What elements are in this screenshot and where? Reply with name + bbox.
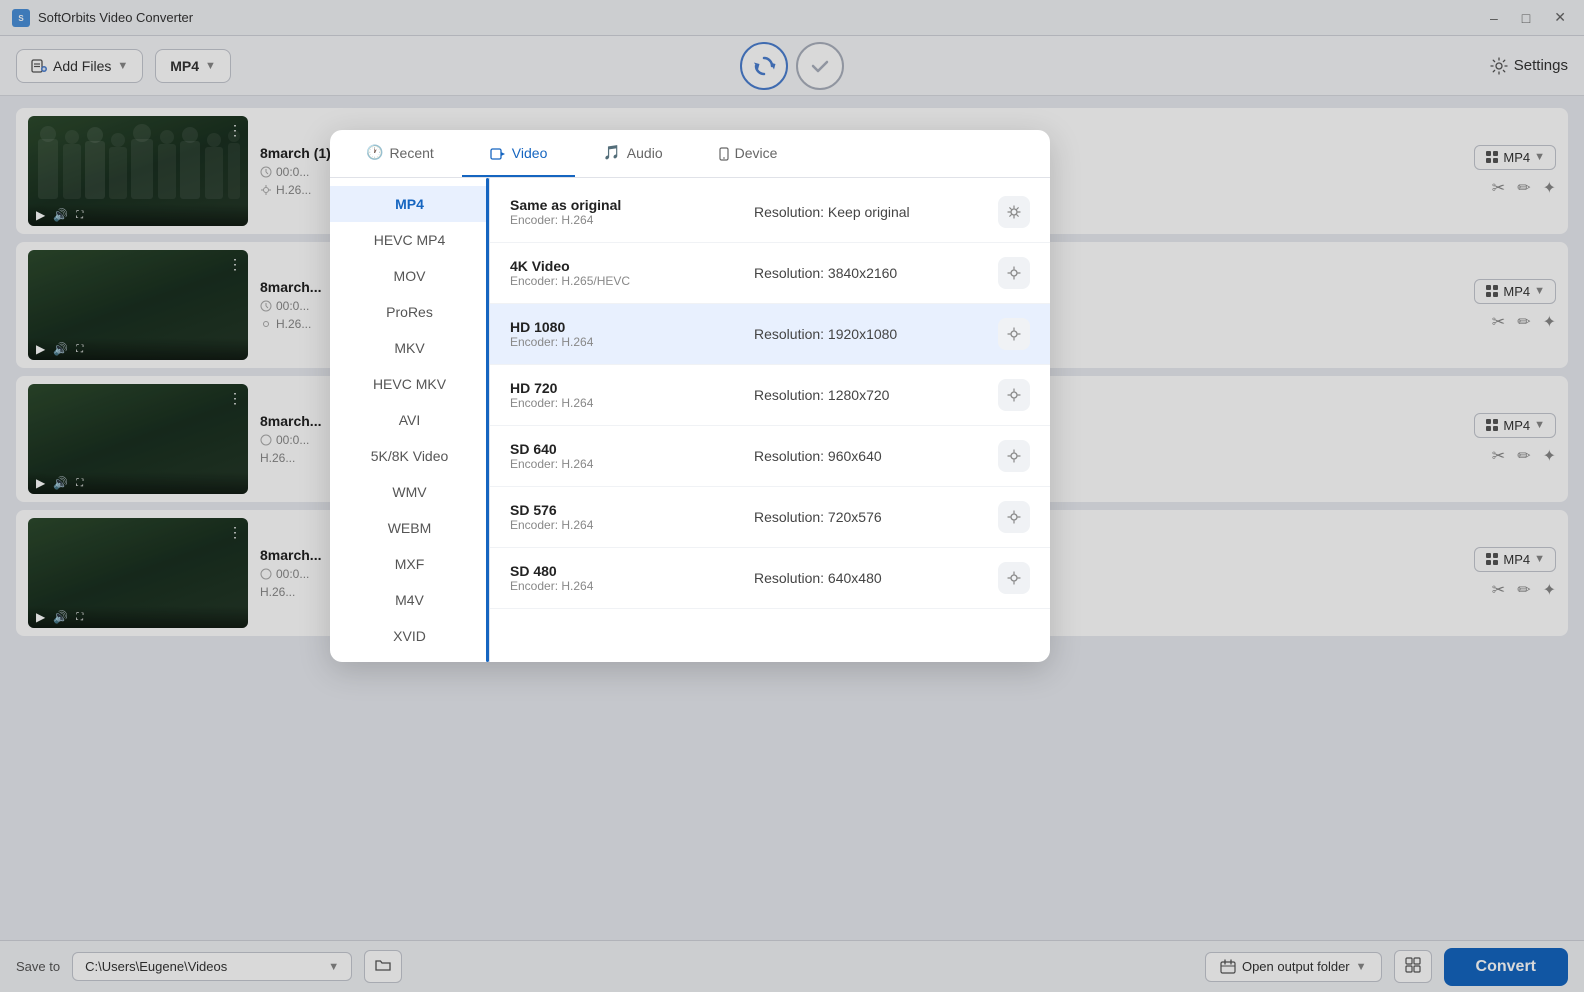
preset-encoder: Encoder: H.264 <box>510 457 754 471</box>
tab-device[interactable]: Device <box>691 130 806 177</box>
format-item-mov[interactable]: MOV <box>330 258 489 294</box>
preset-encoder: Encoder: H.264 <box>510 396 754 410</box>
preset-name: Same as original <box>510 197 754 213</box>
audio-icon: 🎵 <box>603 144 620 161</box>
preset-settings-button[interactable] <box>998 440 1030 472</box>
preset-resolution: Resolution: 1280x720 <box>754 387 998 403</box>
preset-row[interactable]: HD 1080 Encoder: H.264 Resolution: 1920x… <box>490 304 1050 365</box>
preset-row[interactable]: HD 720 Encoder: H.264 Resolution: 1280x7… <box>490 365 1050 426</box>
tab-audio[interactable]: 🎵 Audio <box>575 130 690 177</box>
preset-name: SD 576 <box>510 502 754 518</box>
modal-overlay: 🕐 Recent Video 🎵 Audio <box>0 0 1584 992</box>
format-sidebar: MP4 HEVC MP4 MOV ProRes MKV HEVC MKV AVI… <box>330 178 490 662</box>
gear-icon <box>1006 387 1022 403</box>
format-item-mkv[interactable]: MKV <box>330 330 489 366</box>
preset-row[interactable]: SD 480 Encoder: H.264 Resolution: 640x48… <box>490 548 1050 609</box>
preset-name: SD 480 <box>510 563 754 579</box>
format-item-hevc-mp4[interactable]: HEVC MP4 <box>330 222 489 258</box>
preset-row[interactable]: Same as original Encoder: H.264 Resoluti… <box>490 182 1050 243</box>
tab-audio-label: Audio <box>627 145 663 161</box>
format-selection-modal: 🕐 Recent Video 🎵 Audio <box>330 130 1050 662</box>
preset-name: HD 720 <box>510 380 754 396</box>
format-item-m4v[interactable]: M4V <box>330 582 489 618</box>
preset-name: HD 1080 <box>510 319 754 335</box>
preset-info: SD 640 Encoder: H.264 <box>510 441 754 471</box>
device-icon <box>719 144 729 160</box>
format-item-5k8k[interactable]: 5K/8K Video <box>330 438 489 474</box>
preset-resolution: Resolution: 720x576 <box>754 509 998 525</box>
preset-resolution: Resolution: 1920x1080 <box>754 326 998 342</box>
gear-icon <box>1006 570 1022 586</box>
preset-info: HD 720 Encoder: H.264 <box>510 380 754 410</box>
preset-row[interactable]: SD 576 Encoder: H.264 Resolution: 720x57… <box>490 487 1050 548</box>
tab-video-label: Video <box>512 145 548 161</box>
format-item-mxf[interactable]: MXF <box>330 546 489 582</box>
preset-info: SD 480 Encoder: H.264 <box>510 563 754 593</box>
preset-row[interactable]: 4K Video Encoder: H.265/HEVC Resolution:… <box>490 243 1050 304</box>
format-item-wmv[interactable]: WMV <box>330 474 489 510</box>
format-item-hevc-mkv[interactable]: HEVC MKV <box>330 366 489 402</box>
preset-settings-button[interactable] <box>998 501 1030 533</box>
preset-resolution: Resolution: 960x640 <box>754 448 998 464</box>
gear-icon <box>1006 204 1022 220</box>
format-item-avi[interactable]: AVI <box>330 402 489 438</box>
preset-resolution: Resolution: Keep original <box>754 204 998 220</box>
preset-settings-button[interactable] <box>998 257 1030 289</box>
preset-settings-button[interactable] <box>998 379 1030 411</box>
tab-device-label: Device <box>735 145 778 161</box>
preset-resolution: Resolution: 3840x2160 <box>754 265 998 281</box>
preset-encoder: Encoder: H.264 <box>510 335 754 349</box>
preset-info: SD 576 Encoder: H.264 <box>510 502 754 532</box>
preset-encoder: Encoder: H.264 <box>510 518 754 532</box>
video-tab-icon <box>490 144 506 160</box>
tab-video[interactable]: Video <box>462 130 576 177</box>
format-item-xvid[interactable]: XVID <box>330 618 489 654</box>
preset-info: 4K Video Encoder: H.265/HEVC <box>510 258 754 288</box>
format-item-mp4[interactable]: MP4 <box>330 186 489 222</box>
phone-icon <box>719 147 729 161</box>
gear-icon <box>1006 509 1022 525</box>
video-icon <box>490 147 506 161</box>
preset-resolution: Resolution: 640x480 <box>754 570 998 586</box>
preset-encoder: Encoder: H.265/HEVC <box>510 274 754 288</box>
tab-recent[interactable]: 🕐 Recent <box>338 130 462 177</box>
preset-settings-button[interactable] <box>998 318 1030 350</box>
tab-recent-label: Recent <box>389 145 433 161</box>
preset-encoder: Encoder: H.264 <box>510 213 754 227</box>
format-item-prores[interactable]: ProRes <box>330 294 489 330</box>
gear-icon <box>1006 265 1022 281</box>
preset-settings-button[interactable] <box>998 196 1030 228</box>
gear-icon <box>1006 448 1022 464</box>
preset-encoder: Encoder: H.264 <box>510 579 754 593</box>
preset-list: Same as original Encoder: H.264 Resoluti… <box>490 178 1050 662</box>
format-item-webm[interactable]: WEBM <box>330 510 489 546</box>
preset-name: SD 640 <box>510 441 754 457</box>
preset-info: Same as original Encoder: H.264 <box>510 197 754 227</box>
preset-row[interactable]: SD 640 Encoder: H.264 Resolution: 960x64… <box>490 426 1050 487</box>
modal-body: MP4 HEVC MP4 MOV ProRes MKV HEVC MKV AVI… <box>330 178 1050 662</box>
gear-icon <box>1006 326 1022 342</box>
preset-info: HD 1080 Encoder: H.264 <box>510 319 754 349</box>
preset-name: 4K Video <box>510 258 754 274</box>
preset-settings-button[interactable] <box>998 562 1030 594</box>
recent-icon: 🕐 <box>366 144 383 161</box>
modal-tabs: 🕐 Recent Video 🎵 Audio <box>330 130 1050 178</box>
